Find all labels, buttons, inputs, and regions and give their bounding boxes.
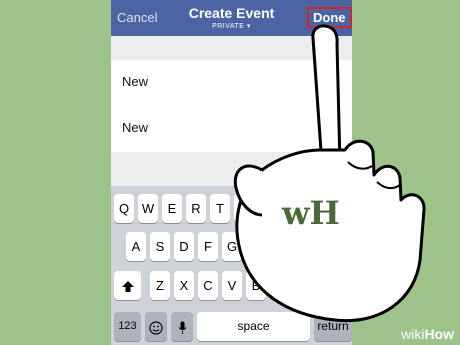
key-d[interactable]: D	[174, 232, 194, 261]
nav-bar: Cancel Create Event PRIVATE ▾ Done	[111, 0, 352, 36]
key-g[interactable]: G	[222, 232, 242, 261]
emoji-key[interactable]	[145, 312, 167, 341]
key-f[interactable]: F	[198, 232, 218, 261]
key-v[interactable]: V	[222, 271, 242, 300]
key-s[interactable]: S	[150, 232, 170, 261]
key-r[interactable]: R	[186, 194, 206, 223]
phone-screen: Cancel Create Event PRIVATE ▾ Done New N…	[111, 0, 352, 345]
watermark-wiki: wiki	[401, 326, 425, 342]
key-c[interactable]: C	[198, 271, 218, 300]
numbers-key[interactable]: 123	[114, 312, 141, 341]
microphone-icon	[178, 321, 186, 334]
event-details-value: New	[122, 120, 149, 135]
delete-icon	[327, 280, 344, 293]
key-e[interactable]: E	[162, 194, 182, 223]
key-y[interactable]: Y	[234, 194, 254, 223]
microphone-key[interactable]	[171, 312, 193, 341]
shift-arrow-icon	[121, 281, 134, 293]
watermark-how: How	[424, 326, 454, 342]
key-x[interactable]: X	[174, 271, 194, 300]
key-t[interactable]: T	[210, 194, 230, 223]
key-z[interactable]: Z	[150, 271, 170, 300]
key-m[interactable]: M	[294, 271, 314, 300]
return-key[interactable]: return	[314, 312, 352, 341]
done-button[interactable]: Done	[307, 7, 352, 28]
key-n[interactable]: N	[270, 271, 290, 300]
key-u[interactable]: U	[258, 194, 278, 223]
wikihow-badge-text: wH	[282, 194, 340, 232]
key-l[interactable]: L	[318, 232, 338, 261]
wikihow-badge: wH	[282, 193, 362, 233]
key-q[interactable]: Q	[114, 194, 134, 223]
wikihow-watermark: wikiHow	[401, 326, 454, 342]
shift-key[interactable]	[114, 271, 141, 300]
event-name-value: New	[122, 74, 149, 89]
key-a[interactable]: A	[126, 232, 146, 261]
delete-key[interactable]	[322, 271, 349, 300]
form-spacer	[111, 36, 352, 60]
key-b[interactable]: B	[246, 271, 266, 300]
key-k[interactable]: K	[294, 232, 314, 261]
key-w[interactable]: W	[138, 194, 158, 223]
key-h[interactable]: H	[246, 232, 266, 261]
emoji-icon	[149, 320, 163, 335]
event-name-field[interactable]: New	[111, 60, 352, 107]
event-details-field[interactable]: New	[111, 106, 352, 153]
space-key[interactable]: space	[197, 312, 310, 341]
key-j[interactable]: J	[270, 232, 290, 261]
